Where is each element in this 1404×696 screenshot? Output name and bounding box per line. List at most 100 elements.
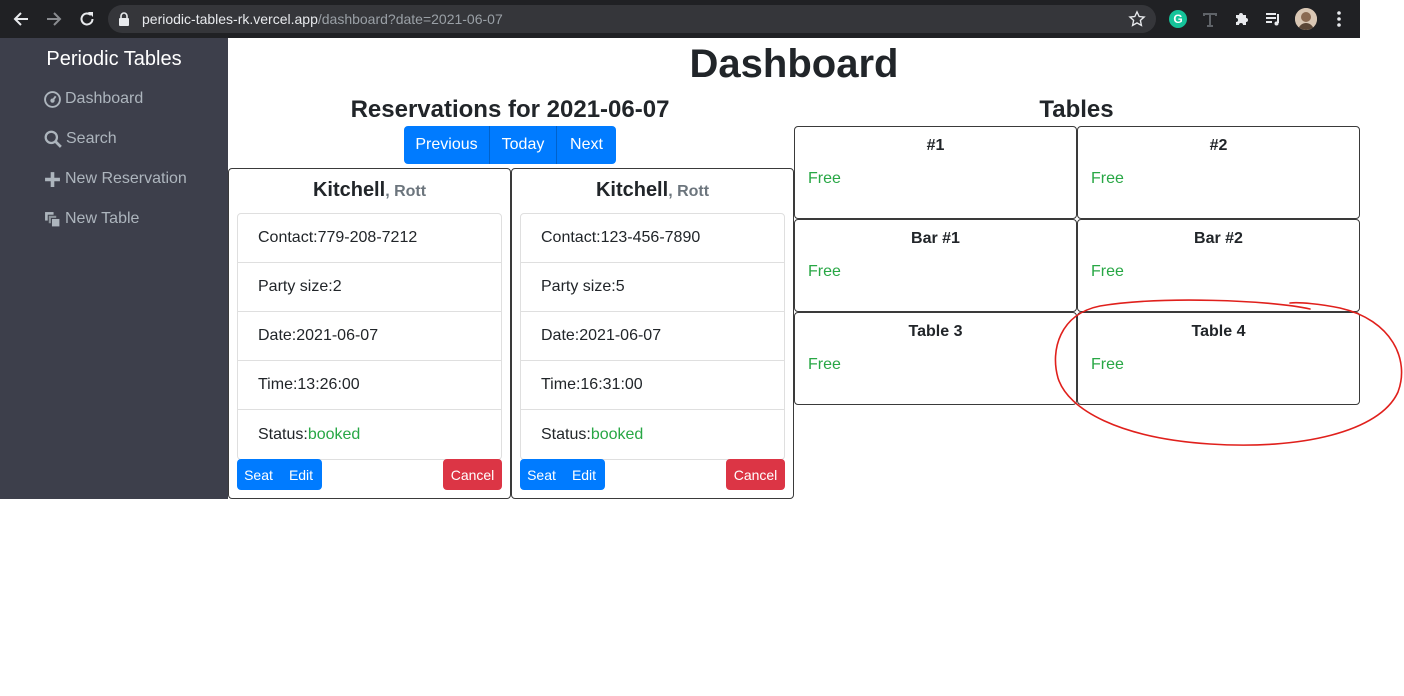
sidebar-item-label: New Reservation (65, 170, 187, 187)
text-extension-icon[interactable] (1200, 9, 1220, 29)
party-size-row: Party size: 5 (521, 263, 784, 312)
status-value: booked (590, 425, 644, 443)
table-status: Free (808, 356, 841, 373)
table-card: Bar #2 Free (1077, 219, 1360, 312)
plus-icon (45, 171, 60, 187)
name-separator: , (385, 183, 395, 200)
name-separator: , (668, 183, 678, 200)
contact-value: 123-456-7890 (600, 229, 701, 246)
contact-label: Contact: (258, 229, 318, 246)
previous-button[interactable]: Previous (404, 126, 490, 164)
reservation-name: Kitchell, Rott (512, 179, 793, 202)
page-title: Dashboard (689, 42, 899, 86)
contact-value: 779-208-7212 (317, 229, 418, 246)
time-label: Time: (541, 376, 581, 393)
date-label: Date: (541, 327, 580, 344)
table-status: Free (1091, 356, 1124, 373)
reservation-card: Kitchell, Rott Contact: 123-456-7890 Par… (511, 168, 794, 499)
party-size-row: Party size: 2 (238, 263, 501, 312)
brand-title[interactable]: Periodic Tables (0, 48, 228, 71)
first-name: Rott (677, 183, 710, 200)
media-queue-icon[interactable] (1263, 9, 1283, 29)
table-card: Table 4 Free (1077, 312, 1360, 405)
sidebar-item-label: Search (66, 130, 117, 147)
table-name: Table 4 (1191, 323, 1246, 340)
date-value: 2021-06-07 (579, 327, 662, 344)
party-size-value: 2 (332, 278, 342, 295)
status-label: Status: (541, 425, 591, 443)
reservation-details: Contact: 779-208-7212 Party size: 2 Date… (237, 213, 502, 460)
url-host: periodic-tables-rk.vercel.app (142, 11, 318, 27)
url-text: periodic-tables-rk.vercel.app/dashboard?… (142, 11, 503, 27)
table-card: #1 Free (794, 126, 1077, 219)
today-button[interactable]: Today (490, 126, 557, 164)
cancel-button[interactable]: Cancel (726, 459, 785, 490)
back-arrow-icon[interactable] (10, 8, 32, 30)
sidebar-item-new-reservation[interactable]: New Reservation (44, 167, 187, 191)
party-size-label: Party size: (541, 278, 616, 295)
table-name: Bar #2 (1194, 230, 1243, 247)
date-navigation: Previous Today Next (404, 126, 616, 164)
seat-button[interactable]: Seat (520, 459, 563, 490)
table-name: Table 3 (908, 323, 963, 340)
status-label: Status: (258, 425, 308, 443)
time-value: 16:31:00 (580, 376, 643, 393)
edit-button[interactable]: Edit (563, 459, 605, 490)
reservation-card: Kitchell, Rott Contact: 779-208-7212 Par… (228, 168, 511, 499)
time-row: Time: 16:31:00 (521, 361, 784, 410)
status-row: Status: booked (238, 410, 501, 459)
browser-menu-icon[interactable] (1329, 9, 1349, 29)
last-name: Kitchell (312, 179, 386, 201)
grammarly-extension-icon[interactable]: G (1169, 10, 1187, 28)
dashboard-icon (44, 90, 61, 108)
browser-toolbar: periodic-tables-rk.vercel.app/dashboard?… (0, 0, 1360, 38)
party-size-label: Party size: (258, 278, 333, 295)
sidebar-item-search[interactable]: Search (44, 127, 117, 151)
bookmark-star-icon[interactable] (1128, 10, 1146, 33)
sidebar-item-dashboard[interactable]: Dashboard (44, 87, 143, 111)
status-row: Status: booked (521, 410, 784, 459)
date-row: Date: 2021-06-07 (521, 312, 784, 361)
table-name: #2 (1209, 137, 1228, 154)
date-label: Date: (258, 327, 297, 344)
first-name: Rott (394, 183, 427, 200)
profile-avatar[interactable] (1295, 8, 1317, 30)
table-name: #1 (926, 137, 945, 154)
table-card: #2 Free (1077, 126, 1360, 219)
party-size-value: 5 (615, 278, 625, 295)
lock-icon (118, 12, 130, 31)
reload-icon[interactable] (76, 8, 98, 30)
sidebar-item-label: New Table (65, 210, 140, 227)
tables-heading: Tables (1039, 96, 1114, 123)
time-value: 13:26:00 (297, 376, 360, 393)
date-row: Date: 2021-06-07 (238, 312, 501, 361)
forward-arrow-icon[interactable] (43, 8, 65, 30)
table-status: Free (1091, 170, 1124, 187)
table-card: Bar #1 Free (794, 219, 1077, 312)
contact-row: Contact: 123-456-7890 (521, 214, 784, 263)
sidebar: Periodic Tables Dashboard Search New Res… (0, 38, 228, 499)
time-row: Time: 13:26:00 (238, 361, 501, 410)
sidebar-item-new-table[interactable]: New Table (44, 207, 139, 231)
table-card: Table 3 Free (794, 312, 1077, 405)
next-button[interactable]: Next (557, 126, 616, 164)
reservations-heading: Reservations for 2021-06-07 (350, 96, 670, 123)
contact-label: Contact: (541, 229, 601, 246)
cancel-button[interactable]: Cancel (443, 459, 502, 490)
status-value: booked (307, 425, 361, 443)
address-bar[interactable]: periodic-tables-rk.vercel.app/dashboard?… (108, 5, 1156, 33)
date-value: 2021-06-07 (296, 327, 379, 344)
last-name: Kitchell (595, 179, 669, 201)
seat-button[interactable]: Seat (237, 459, 280, 490)
url-path: /dashboard?date=2021-06-07 (317, 11, 503, 27)
edit-button[interactable]: Edit (280, 459, 322, 490)
contact-row: Contact: 779-208-7212 (238, 214, 501, 263)
search-icon (44, 130, 62, 148)
layers-icon (45, 211, 61, 227)
reservation-name: Kitchell, Rott (229, 179, 510, 202)
table-status: Free (1091, 263, 1124, 280)
time-label: Time: (258, 376, 298, 393)
reservation-details: Contact: 123-456-7890 Party size: 5 Date… (520, 213, 785, 460)
extensions-puzzle-icon[interactable] (1232, 9, 1252, 29)
table-name: Bar #1 (911, 230, 960, 247)
